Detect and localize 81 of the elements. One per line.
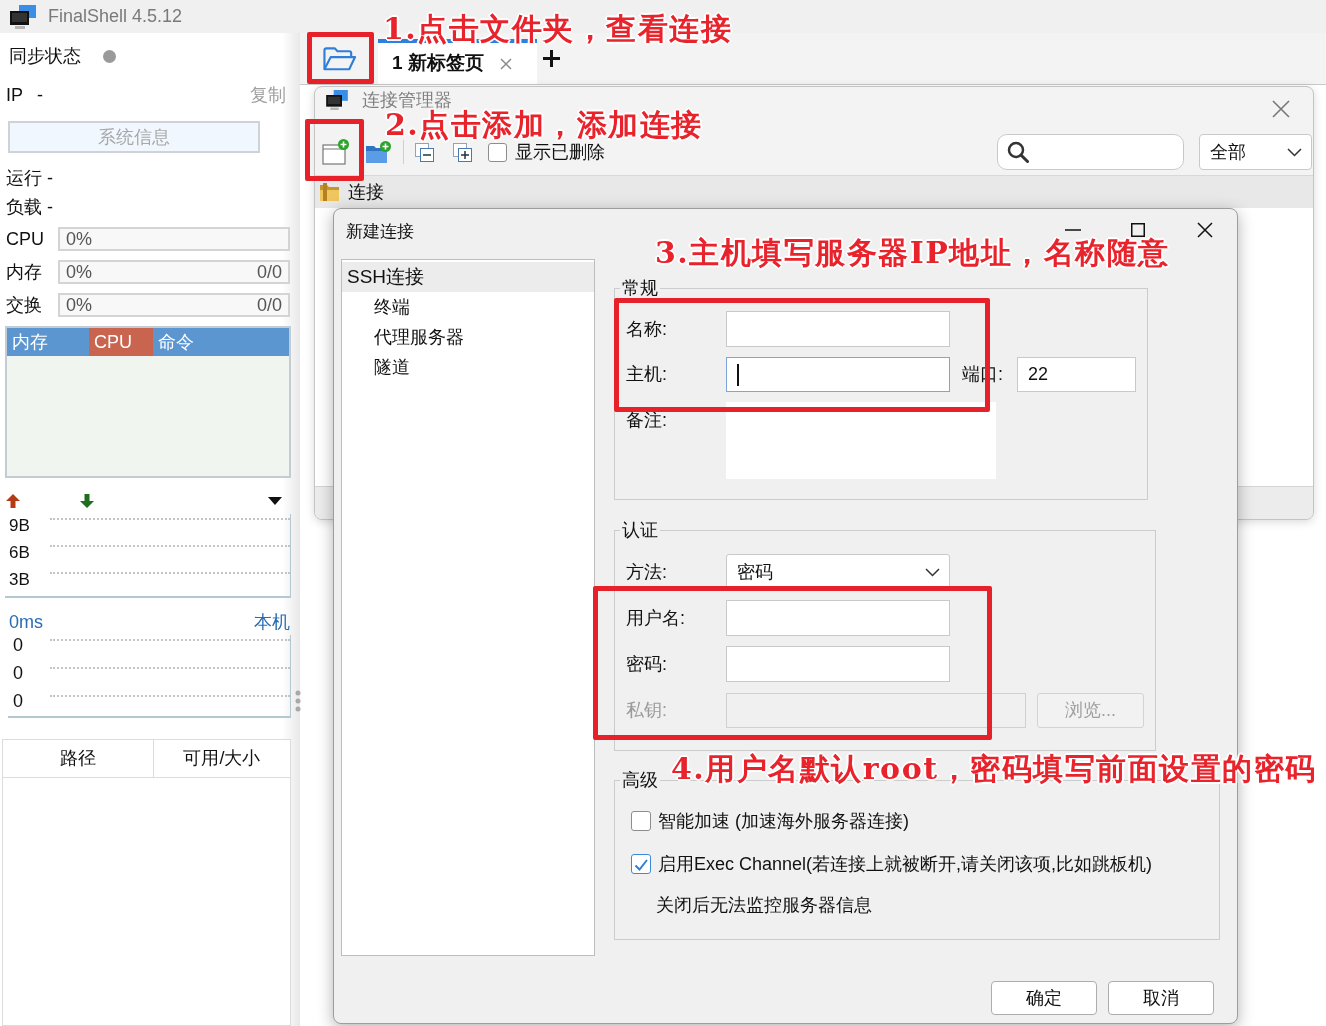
process-tab[interactable]: CPU bbox=[89, 328, 153, 356]
plus-square-icon[interactable] bbox=[453, 142, 472, 162]
tick-icon bbox=[634, 857, 648, 871]
column-header[interactable]: 可用/大小 bbox=[154, 740, 290, 777]
meter-label: CPU bbox=[6, 227, 45, 251]
axis-label: 0 bbox=[12, 634, 24, 656]
port-field[interactable]: 22 bbox=[1017, 357, 1136, 392]
password-field[interactable] bbox=[726, 646, 950, 682]
monitor-icon bbox=[10, 4, 36, 29]
cancel-button[interactable]: 取消 bbox=[1108, 981, 1214, 1015]
field-label: 方法: bbox=[626, 560, 668, 584]
grip-dots-icon[interactable] bbox=[295, 690, 301, 712]
group-title: 认证 bbox=[621, 520, 659, 540]
meter-label: 交换 bbox=[6, 293, 43, 317]
meter-reading: 0% bbox=[66, 229, 92, 249]
option-label: 启用Exec Channel(若连接上就被断开,请关闭该项,比如跳板机) bbox=[658, 852, 1153, 876]
text-field[interactable] bbox=[726, 311, 950, 347]
filter-dropdown[interactable]: 全部 bbox=[1199, 134, 1312, 170]
option-note: 关闭后无法监控服务器信息 bbox=[656, 893, 872, 917]
confirm-button[interactable]: 确定 bbox=[991, 981, 1097, 1015]
field-label: 用户名: bbox=[626, 606, 686, 630]
annotation-text: 4.用户名默认root，密码填写前面设置的密码 bbox=[671, 754, 1317, 784]
down-arrow-icon[interactable] bbox=[80, 494, 94, 508]
group-title: 常规 bbox=[621, 278, 659, 298]
plus-icon[interactable] bbox=[543, 50, 560, 67]
axis-label: 6B bbox=[8, 542, 31, 564]
highlight-frame bbox=[305, 119, 364, 181]
up-arrow-icon[interactable] bbox=[6, 494, 20, 508]
meter-label: 内存 bbox=[6, 260, 43, 284]
checkbox[interactable] bbox=[631, 854, 651, 874]
field-label: 密码: bbox=[626, 652, 668, 676]
ip-label: IP bbox=[6, 84, 23, 106]
monitor-icon bbox=[326, 90, 348, 110]
search-field[interactable] bbox=[997, 134, 1184, 170]
field-label: 私钥: bbox=[626, 699, 668, 722]
nav-item[interactable]: SSH连接 bbox=[342, 262, 594, 292]
text-area[interactable] bbox=[726, 402, 996, 479]
chevron-icon bbox=[1287, 147, 1302, 157]
maximize-icon[interactable] bbox=[1131, 222, 1145, 237]
text-cursor-icon bbox=[737, 364, 739, 386]
chevron-icon bbox=[925, 567, 940, 577]
window-plus-icon[interactable] bbox=[322, 139, 349, 165]
meter-reading: 0% bbox=[66, 295, 92, 315]
column-header[interactable]: 路径 bbox=[3, 740, 154, 777]
close-icon[interactable] bbox=[1197, 221, 1213, 238]
host-selector[interactable]: 本机 bbox=[254, 611, 290, 633]
meter-amount: 0/0 bbox=[256, 295, 282, 315]
axis-label: 0 bbox=[12, 690, 24, 712]
meter-amount: 0/0 bbox=[256, 262, 282, 282]
tree-item[interactable]: 连接 bbox=[315, 175, 1313, 208]
search-icon bbox=[1007, 141, 1029, 163]
ip-value: - bbox=[37, 84, 43, 106]
checkbox[interactable] bbox=[631, 811, 651, 831]
folder-icon bbox=[320, 182, 340, 202]
axis-label: 3B bbox=[8, 569, 31, 591]
folder-icon[interactable] bbox=[323, 45, 357, 72]
field-label: 备注: bbox=[626, 409, 668, 432]
field-label: 主机: bbox=[626, 363, 668, 386]
text-field[interactable] bbox=[726, 600, 950, 636]
option-label: 智能加速 (加速海外服务器连接) bbox=[658, 809, 909, 833]
stat-text: 运行 - bbox=[6, 166, 53, 190]
field-label: 名称: bbox=[626, 317, 668, 341]
app-title: FinalShell 4.5.12 bbox=[48, 5, 183, 28]
minimize-icon[interactable] bbox=[1065, 228, 1081, 231]
latency-reading: 0ms bbox=[9, 611, 43, 633]
stat-text: 负载 - bbox=[6, 195, 53, 219]
meter-reading: 0% bbox=[66, 262, 92, 282]
folder-plus-icon[interactable] bbox=[366, 141, 391, 163]
status-dot-icon bbox=[103, 49, 116, 63]
text-field[interactable] bbox=[726, 357, 950, 392]
sync-status-label: 同步状态 bbox=[9, 45, 81, 67]
group-title: 高级 bbox=[621, 770, 659, 790]
checkbox[interactable] bbox=[488, 142, 507, 162]
checkbox-label: 显示已删除 bbox=[515, 140, 605, 164]
dialog-title: 新建连接 bbox=[346, 220, 414, 243]
annotation-text: 3.主机填写服务器IP地址，名称随意 bbox=[655, 238, 1170, 268]
axis-label: 9B bbox=[8, 515, 31, 537]
dropdown-triangle-icon[interactable] bbox=[268, 497, 282, 505]
highlight-frame bbox=[307, 32, 374, 84]
axis-label: 0 bbox=[12, 662, 24, 684]
minus-square-icon[interactable] bbox=[415, 142, 434, 162]
